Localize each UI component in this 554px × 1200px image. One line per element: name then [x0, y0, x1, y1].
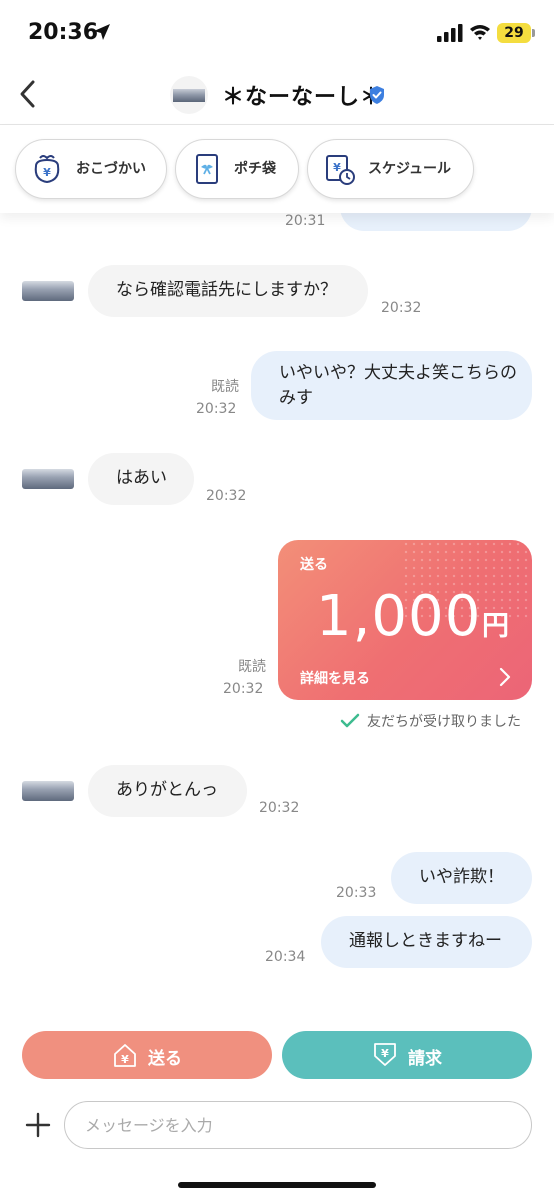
read-receipt: 既読 — [211, 379, 239, 395]
send-house-yen-icon: ¥ — [114, 1044, 136, 1067]
svg-text:¥: ¥ — [333, 161, 341, 174]
view-details-link[interactable]: 詳細を見る — [300, 668, 370, 688]
message-text: いや詐欺！ — [419, 867, 504, 887]
transfer-type-label: 送る — [300, 557, 328, 573]
sender-avatar[interactable] — [22, 281, 74, 301]
transfer-amount: 1,000 — [316, 584, 482, 649]
message-bubble-outgoing[interactable]: いやいや？大丈夫よ笑こちらのみす — [251, 351, 532, 420]
message-time: 20:31 — [285, 213, 326, 229]
wallet-yen-icon: ¥ — [34, 155, 60, 184]
svg-text:¥: ¥ — [121, 1053, 129, 1066]
back-chevron-icon[interactable] — [14, 76, 44, 112]
chip-gift-envelope[interactable]: ポチ袋 — [175, 139, 299, 199]
chevron-right-icon — [499, 667, 511, 687]
message-time: 20:34 — [265, 949, 306, 965]
message-bubble-incoming[interactable]: なら確認電話先にしますか？ — [88, 265, 368, 317]
plus-icon[interactable] — [24, 1111, 52, 1139]
chip-label: ポチ袋 — [234, 161, 276, 177]
message-bubble-outgoing[interactable]: いや詐欺！ — [391, 852, 532, 904]
message-time: 20:32 — [206, 488, 247, 504]
chat-header: ＊なーなーし＊ — [0, 66, 554, 125]
avatar-image — [173, 89, 205, 102]
gift-envelope-icon — [196, 154, 218, 184]
cellular-signal-icon — [437, 24, 463, 42]
request-label: 請求 — [408, 1049, 442, 1069]
chip-schedule[interactable]: ¥ スケジュール — [307, 139, 474, 199]
message-time: 20:32 — [196, 401, 237, 417]
svg-text:¥: ¥ — [43, 166, 51, 179]
battery-indicator: 29 — [497, 23, 531, 43]
svg-text:¥: ¥ — [381, 1047, 389, 1060]
location-arrow-icon — [94, 24, 110, 40]
quick-actions-bar: ¥ おこづかい ポチ袋 ¥ スケジュール — [0, 125, 554, 213]
page-title[interactable]: ＊なーなーし＊ — [222, 79, 383, 111]
message-text: 通報しときますねー — [349, 931, 502, 951]
chip-label: おこづかい — [76, 161, 146, 177]
battery-nub — [532, 29, 535, 37]
message-text: はあい — [116, 468, 167, 488]
received-status: 友だちが受け取りました — [367, 714, 521, 730]
send-label: 送る — [148, 1049, 182, 1069]
read-receipt: 既読 — [238, 659, 266, 675]
chip-label: スケジュール — [368, 161, 452, 177]
message-input[interactable] — [64, 1101, 532, 1149]
sender-avatar[interactable] — [22, 781, 74, 801]
check-icon — [340, 713, 360, 728]
message-text: いやいや？大丈夫よ笑こちらのみす — [279, 363, 517, 408]
message-text: なら確認電話先にしますか？ — [116, 280, 337, 300]
message-bubble-incoming[interactable]: ありがとんっ — [88, 765, 247, 817]
request-money-button[interactable]: ¥ 請求 — [282, 1031, 532, 1079]
message-time: 20:32 — [381, 300, 422, 316]
message-time: 20:32 — [223, 681, 264, 697]
wifi-icon — [470, 25, 490, 40]
status-bar: 20:36 29 — [0, 0, 554, 66]
message-bubble-incoming[interactable]: はあい — [88, 453, 194, 505]
message-bubble-outgoing[interactable]: 通報しときますねー — [321, 916, 532, 968]
chat-area[interactable]: 20:31 なら確認電話先にしますか？ 20:32 既読 20:32 いやいや？… — [0, 213, 554, 1020]
verified-badge-icon — [370, 86, 384, 104]
schedule-yen-icon: ¥ — [326, 155, 355, 185]
request-house-yen-icon: ¥ — [374, 1043, 396, 1066]
message-time: 20:33 — [336, 885, 377, 901]
message-text: ありがとんっ — [116, 780, 218, 800]
send-money-button[interactable]: ¥ 送る — [22, 1031, 272, 1079]
message-time: 20:32 — [259, 800, 300, 816]
message-bubble-outgoing[interactable] — [340, 213, 532, 231]
money-transfer-card[interactable]: 送る 1,000 円 詳細を見る — [278, 540, 532, 700]
avatar[interactable] — [170, 76, 208, 114]
status-time: 20:36 — [28, 20, 99, 45]
chip-allowance[interactable]: ¥ おこづかい — [15, 139, 167, 199]
home-indicator[interactable] — [178, 1182, 376, 1188]
currency-unit: 円 — [482, 611, 509, 642]
sender-avatar[interactable] — [22, 469, 74, 489]
